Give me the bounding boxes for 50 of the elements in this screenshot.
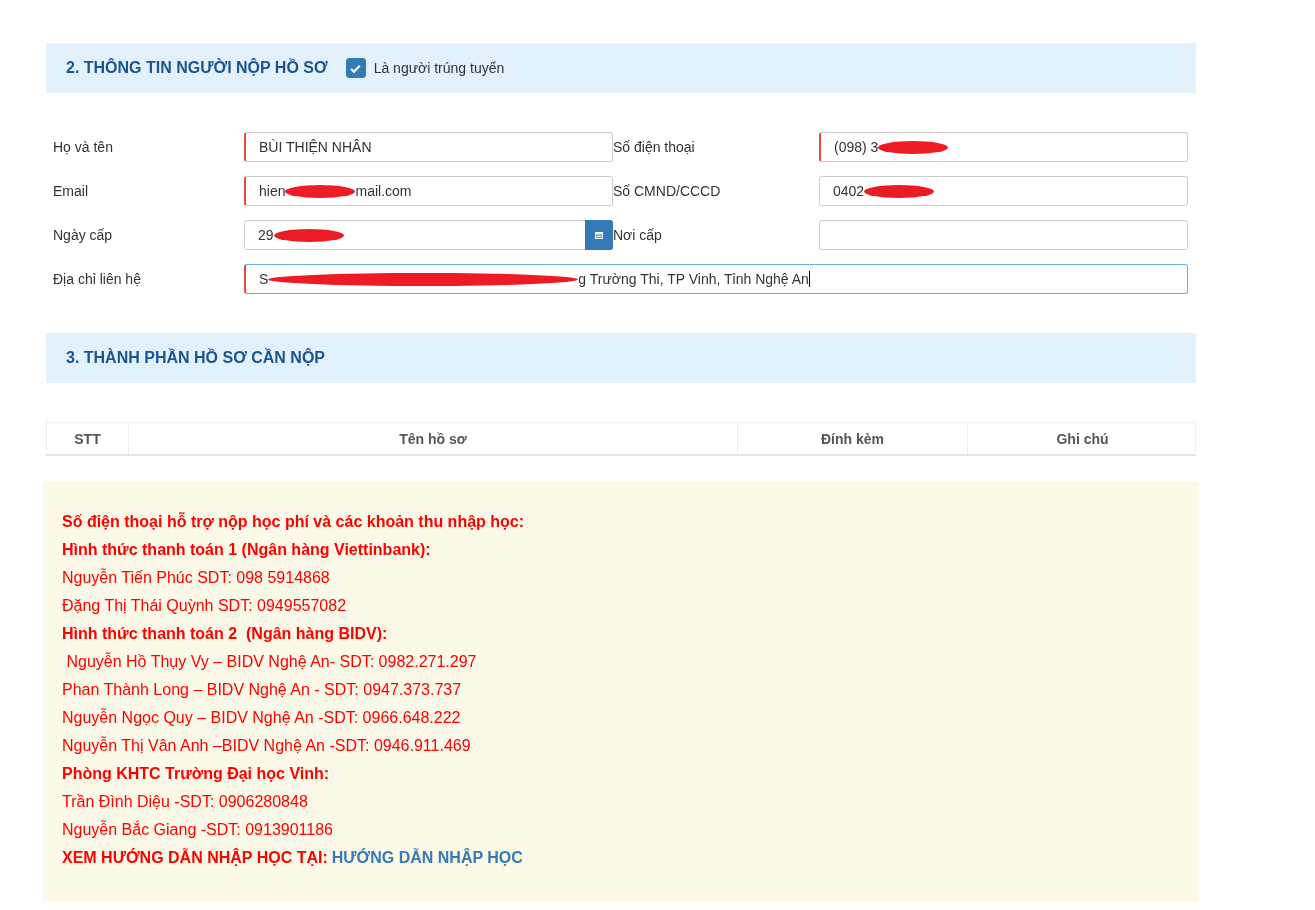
calendar-icon[interactable]	[585, 220, 613, 250]
column-header: Đính kèm	[737, 423, 967, 454]
column-header: STT	[73, 429, 102, 449]
checkbox-label: Là người trúng tuyển	[373, 60, 505, 76]
field-label: Email	[53, 183, 89, 199]
input-field[interactable]: 29	[244, 220, 613, 250]
notice-text: Phan Thành Long – BIDV Nghệ An - SDT: 0947.373.737	[62, 680, 463, 700]
text-cursor	[808, 271, 810, 287]
column-header: Ghi chú	[967, 423, 1197, 454]
notice-heading: XEM HƯỚNG DẪN NHẬP HỌC TẠI:	[62, 849, 328, 866]
section-title: 3. THÀNH PHẦN HỒ SƠ CẦN NỘP	[66, 349, 325, 367]
section-title: 2. THÔNG TIN NGƯỜI NỘP HỒ SƠ	[66, 59, 328, 77]
notice-text: Nguyễn Hồ Thụy Vy – BIDV Nghệ An- SDT: 0982.271.297	[65, 651, 478, 672]
notice-heading: Hình thức thanh toán 2 (Ngân hàng BIDV):	[62, 624, 389, 644]
redaction-mark	[864, 184, 935, 198]
notice-text: Nguyễn Ngọc Quy – BIDV Nghệ An -SDT: 0966.648.222	[62, 707, 462, 728]
input-field[interactable]: (098) 3	[819, 132, 1188, 162]
notice-heading: Số điện thoại hỗ trợ nộp học phí và các khoản thu nhập học:	[62, 511, 526, 532]
input-field[interactable]: hien mail.com	[244, 176, 613, 206]
guide-link[interactable]: HƯỚNG DẪN NHẬP HỌC	[331, 849, 523, 866]
notice-text: Đặng Thị Thái Quỳnh SDT: 0949557082	[62, 596, 348, 616]
field-value: g Trường Thi, TP Vinh, Tỉnh Nghệ An	[578, 271, 809, 287]
field-label: Họ và tên	[53, 139, 114, 155]
redaction-mark	[878, 140, 949, 154]
field-value: 29	[258, 227, 274, 243]
input-field[interactable]	[819, 220, 1188, 250]
checkbox[interactable]	[345, 58, 366, 78]
field-value: hien	[259, 183, 286, 199]
notice-text: Trần Đình Diệu -SDT: 0906280848	[62, 792, 309, 812]
field-label: Số CMND/CCCD	[613, 183, 722, 199]
notice-heading: Phòng KHTC Trường Đại học Vinh:	[62, 764, 331, 784]
redaction-mark	[273, 228, 344, 242]
notice-text: Nguyễn Thị Vân Anh –BIDV Nghệ An -SDT: 0946.911.469	[62, 735, 472, 756]
field-label: Ngày cấp	[53, 227, 114, 243]
notice-text: Nguyễn Tiến Phúc SDT: 098 5914868	[62, 567, 331, 588]
redaction-mark	[285, 184, 356, 198]
input-field[interactable]: 0402	[819, 176, 1188, 206]
field-value: (098) 3	[834, 139, 879, 155]
field-label: Địa chỉ liên hệ	[53, 271, 142, 287]
field-value: S	[259, 271, 269, 287]
column-header: Tên hồ sơ	[128, 423, 737, 454]
field-value: 0402	[833, 183, 865, 199]
input-field[interactable]: BÙI THIỆN NHÂN	[244, 132, 613, 162]
field-value: mail.com	[355, 183, 412, 199]
notice-heading: Hình thức thanh toán 1 (Ngân hàng Viettinbank):	[62, 540, 432, 560]
field-value: BÙI THIỆN NHÂN	[259, 139, 372, 155]
field-label: Số điện thoại	[613, 139, 696, 155]
field-label: Nơi cấp	[613, 227, 663, 243]
input-field[interactable]: S g Trường Thi, TP Vinh, Tỉnh Nghệ An	[244, 264, 1188, 294]
notice-text: Nguyễn Bắc Giang -SDT: 0913901186	[62, 819, 334, 840]
